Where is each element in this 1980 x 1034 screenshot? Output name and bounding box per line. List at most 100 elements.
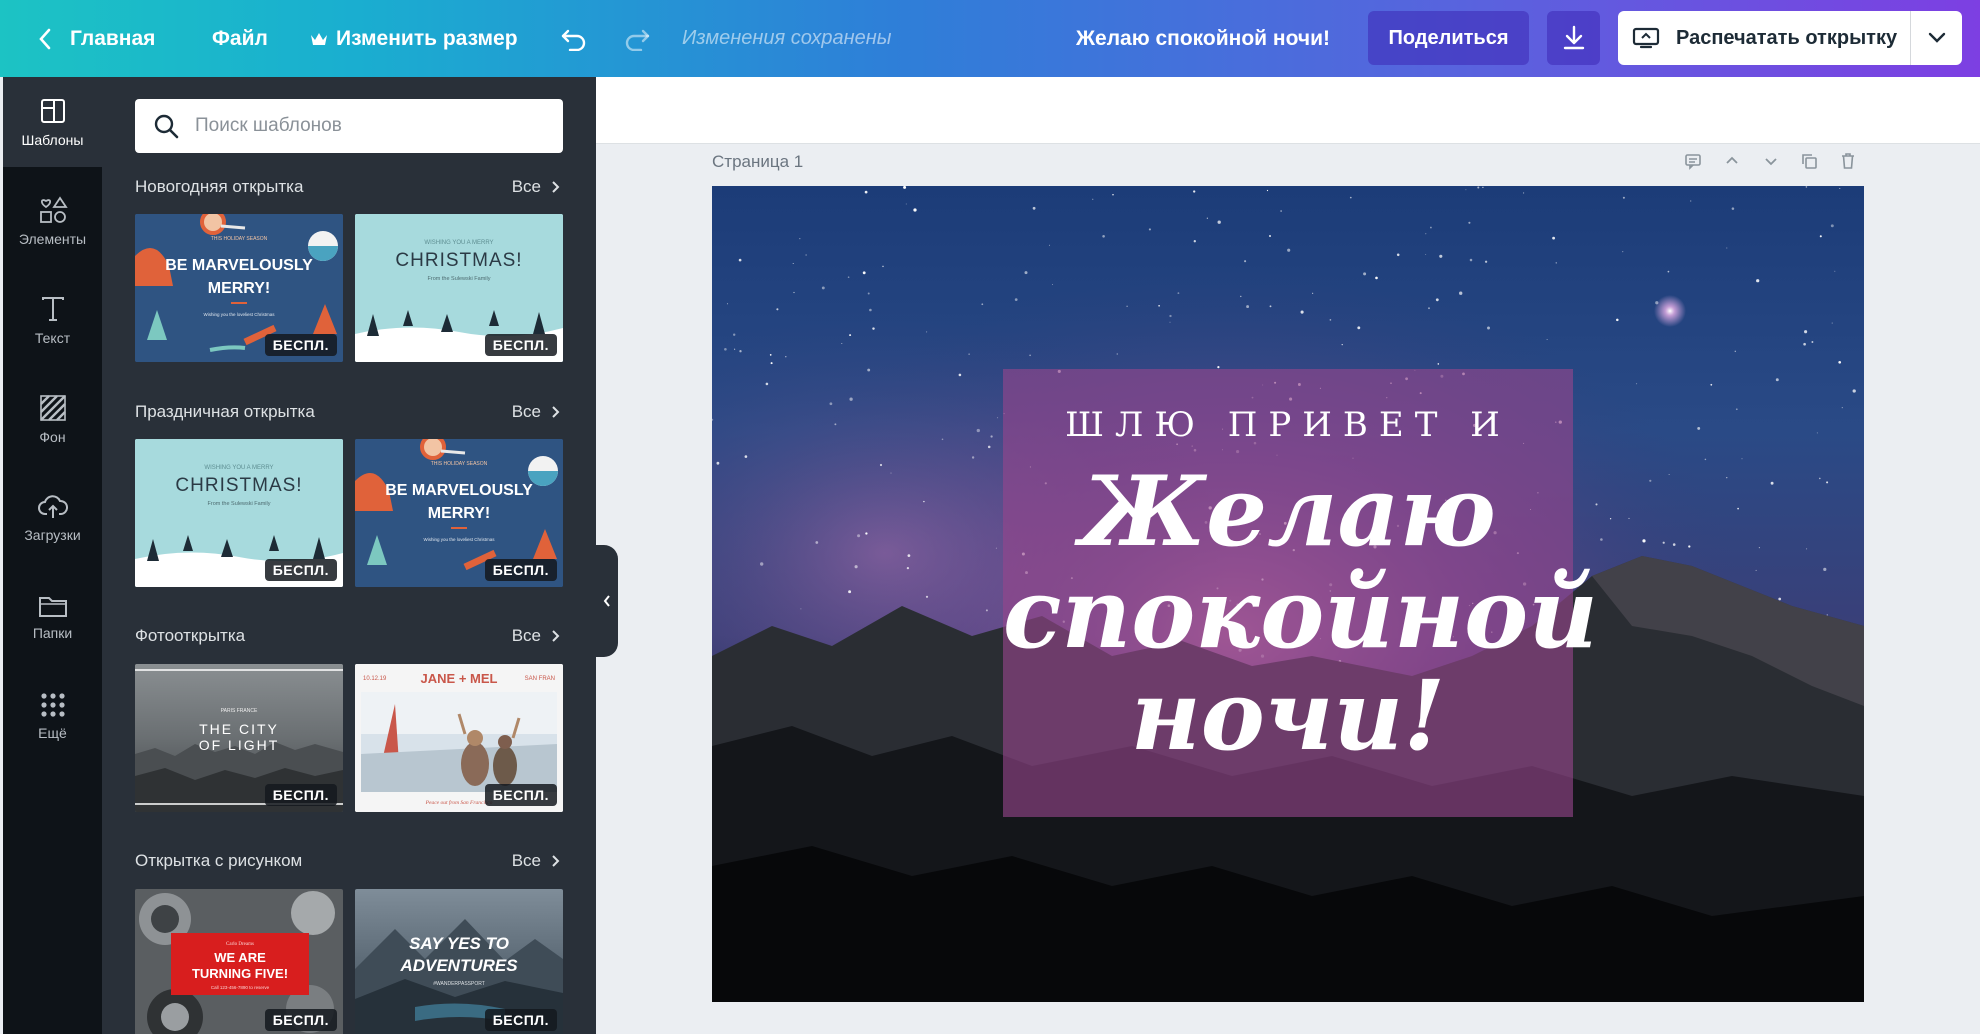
page-move-down-button[interactable] (1762, 152, 1780, 170)
thumb-text: BE MARVELOUSLY (385, 482, 533, 499)
greeting-line: спокойной (1003, 557, 1598, 670)
free-badge: БЕСПЛ. (264, 784, 337, 806)
free-badge: БЕСПЛ. (484, 559, 557, 581)
see-all-label: Все (511, 626, 541, 645)
chevron-right-icon (552, 630, 560, 642)
template-thumb[interactable]: THIS HOLIDAY SEASON BE MARVELOUSLY MERRY… (135, 214, 343, 362)
greeting-headline[interactable]: Желаю спокойной ночи! (1003, 455, 1598, 767)
greeting-subtitle[interactable]: ШЛЮ ПРИВЕТ И (1003, 405, 1573, 445)
rail-item-folders[interactable]: Папки (3, 572, 102, 662)
page-duplicate-button[interactable] (1800, 152, 1818, 170)
chevron-down-icon (1765, 158, 1777, 166)
template-thumb[interactable]: 10.12.19 JANE + MEL SAN FRAN Peace out f… (355, 664, 563, 812)
section-title: Новогодняя открытка (135, 177, 304, 196)
background-icon (39, 394, 66, 421)
top-bar: Главная Файл Изменить размер Изменения с… (0, 0, 1980, 77)
rail-label: Элементы (18, 230, 87, 247)
design-canvas[interactable]: ШЛЮ ПРИВЕТ И Желаю спокойной ночи! (712, 186, 1864, 1002)
print-options-toggle[interactable] (1911, 11, 1962, 65)
template-search[interactable] (135, 99, 563, 153)
resize-button[interactable]: Изменить размер (310, 0, 518, 77)
see-all-link[interactable]: Все (512, 851, 560, 871)
search-icon (154, 114, 179, 139)
save-status: Изменения сохранены (682, 27, 892, 49)
template-thumb[interactable]: THIS HOLIDAY SEASON BE MARVELOUSLY MERRY… (355, 439, 563, 587)
thumb-text: Call 123-456-7890 to reserve (211, 985, 270, 990)
page-tool-note[interactable] (1684, 152, 1702, 170)
folder-icon (38, 596, 67, 617)
thumb-text: MERRY! (428, 505, 491, 522)
elements-icon (39, 195, 68, 223)
crown-icon (311, 32, 327, 45)
see-all-link[interactable]: Все (512, 402, 560, 422)
file-menu-button[interactable]: Файл (212, 0, 268, 77)
rail-item-background[interactable]: Фон (3, 374, 102, 464)
chevron-down-icon (1928, 32, 1945, 43)
thumb-text: WE ARE (214, 950, 266, 965)
download-button[interactable] (1547, 11, 1600, 65)
free-badge: БЕСПЛ. (264, 334, 337, 356)
print-screen-icon (1632, 27, 1660, 49)
thumb-text: Wishing you the loveliest Christmas (203, 312, 275, 317)
comment-icon (1685, 154, 1701, 170)
document-title[interactable]: Желаю спокойной ночи! (1076, 0, 1330, 77)
share-button[interactable]: Поделиться (1368, 11, 1529, 65)
rail-item-text[interactable]: Текст (3, 275, 102, 365)
upload-icon (37, 494, 68, 518)
free-badge: БЕСПЛ. (264, 559, 337, 581)
rail-label: Папки (32, 624, 73, 641)
trash-icon (1842, 153, 1854, 169)
template-thumb[interactable]: PARIS FRANCE THE CITY OF LIGHT БЕСПЛ. (135, 664, 343, 812)
section-title: Праздничная открытка (135, 402, 315, 421)
rail-item-templates[interactable]: Шаблоны (3, 77, 102, 167)
thumb-text: THE CITY (199, 721, 279, 737)
undo-button[interactable] (560, 0, 588, 77)
thumb-text: WISHING YOU A MERRY (204, 465, 273, 471)
print-card-label: Распечатать открытку (1676, 26, 1898, 49)
free-badge: БЕСПЛ. (484, 334, 557, 356)
print-card-main[interactable]: Распечатать открытку (1618, 11, 1910, 65)
section-title: Открытка с рисунком (135, 851, 303, 870)
chevron-left-icon (39, 28, 51, 49)
see-all-link[interactable]: Все (512, 626, 560, 646)
chevron-right-icon (552, 855, 560, 867)
print-card-button[interactable]: Распечатать открытку (1618, 11, 1962, 65)
thumb-text: JANE + MEL (421, 671, 498, 686)
rail-item-elements[interactable]: Элементы (3, 176, 102, 266)
templates-panel: Новогодняя открытка Все THIS HOLIDAY SEA… (102, 77, 596, 1034)
thumb-text: SAN FRAN (525, 676, 555, 682)
thumb-text: MERRY! (208, 280, 271, 297)
rail-label: Текст (34, 329, 71, 346)
thumb-text: From the Sulewski Family (428, 276, 491, 282)
see-all-link[interactable]: Все (512, 177, 560, 197)
chevron-up-icon (1726, 156, 1738, 164)
rail-label: Шаблоны (21, 131, 84, 148)
page-move-up-button[interactable] (1723, 152, 1741, 170)
greeting-line: Желаю (1080, 455, 1496, 568)
redo-button[interactable] (623, 0, 651, 77)
see-all-label: Все (511, 177, 541, 196)
rail-label: Загрузки (24, 526, 81, 543)
chevron-right-icon (552, 406, 560, 418)
template-thumb[interactable]: WISHING YOU A MERRY CHRISTMAS! From the … (135, 439, 343, 587)
redo-icon (625, 29, 650, 51)
rail-item-uploads[interactable]: Загрузки (3, 473, 102, 563)
see-all-label: Все (511, 402, 541, 421)
thumb-text: TURNING FIVE! (192, 966, 288, 981)
search-input[interactable] (193, 114, 557, 138)
thumb-text: BE MARVELOUSLY (165, 257, 313, 274)
free-badge: БЕСПЛ. (264, 1009, 337, 1031)
page-delete-button[interactable] (1839, 152, 1857, 170)
duplicate-icon (1802, 154, 1817, 169)
thumb-text: PARIS FRANCE (221, 708, 258, 714)
thumb-text: Wishing you the loveliest Christmas (423, 537, 495, 542)
home-button[interactable]: Главная (38, 0, 155, 77)
collapse-panel-button[interactable] (596, 545, 618, 657)
template-thumb[interactable]: SAY YES TO ADVENTURES #WANDERPASSPORT БЕ… (355, 889, 563, 1034)
template-thumb[interactable]: Carlo Dreams WE ARE TURNING FIVE! Call 1… (135, 889, 343, 1034)
template-thumb[interactable]: WISHING YOU A MERRY CHRISTMAS! From the … (355, 214, 563, 362)
greeting-text-box[interactable]: ШЛЮ ПРИВЕТ И Желаю спокойной ночи! (1003, 369, 1598, 817)
free-badge: БЕСПЛ. (484, 784, 557, 806)
thumb-text: SAY YES TO (409, 934, 509, 953)
rail-item-more[interactable]: Ещё (3, 671, 102, 761)
